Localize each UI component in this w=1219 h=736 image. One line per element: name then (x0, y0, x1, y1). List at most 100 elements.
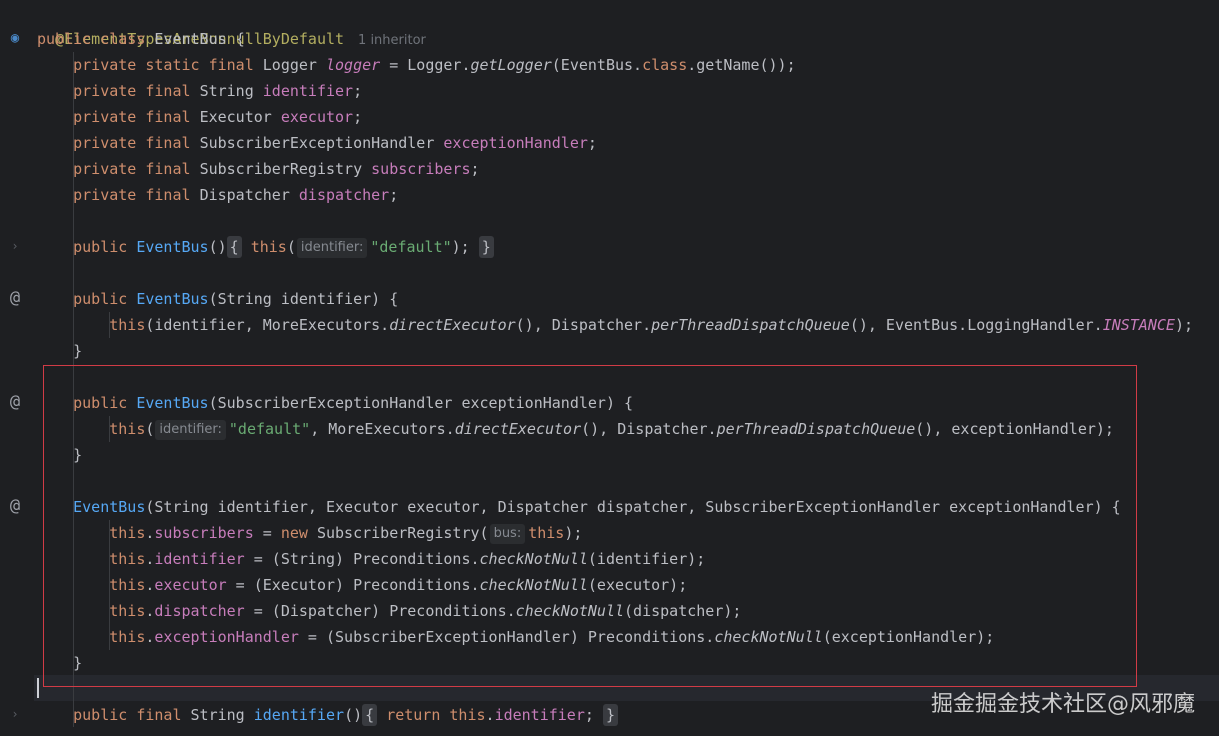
method-call: checkNotNull (479, 550, 588, 568)
fold-chevron-icon[interactable]: › (0, 233, 30, 259)
code-text: = (SubscriberExceptionHandler) Precondit… (298, 628, 715, 646)
code-line-field[interactable]: private final SubscriberExceptionHandler… (37, 130, 597, 156)
modifiers: private final (73, 134, 191, 152)
code-line-statement[interactable]: this.executor = (Executor) Preconditions… (37, 572, 687, 598)
modifiers: private final (73, 108, 191, 126)
code-line-field[interactable]: private static final Logger logger = Log… (37, 52, 796, 78)
field-name: identifier (262, 82, 354, 100)
code-line-brace[interactable]: } (37, 338, 82, 364)
method-call: getLogger (470, 56, 552, 74)
code-line-class-declaration[interactable]: public class EventBus { (37, 26, 245, 52)
field-name: dispatcher (154, 602, 245, 620)
method-call: directExecutor (389, 316, 516, 334)
field-name: executor (280, 108, 354, 126)
code-text: . (485, 706, 495, 724)
code-text: (String identifier, Executor executor, D… (145, 498, 1121, 516)
string-literal: "default" (228, 420, 311, 438)
constant: INSTANCE (1102, 316, 1175, 334)
keyword: this (109, 550, 146, 568)
method-call: checkNotNull (479, 576, 588, 594)
code-line-constructor[interactable]: public EventBus(){ this(identifier: "defa… (37, 234, 494, 260)
code-line-brace[interactable]: } (37, 442, 82, 468)
constructor-name: EventBus (136, 290, 209, 308)
keyword: this (109, 576, 146, 594)
code-line-field[interactable]: private final SubscriberRegistry subscri… (37, 156, 480, 182)
code-line-constructor[interactable]: public EventBus(String identifier) { (37, 286, 398, 312)
modifiers: private static final (73, 56, 254, 74)
code-line-statement[interactable]: this.subscribers = new SubscriberRegistr… (37, 520, 582, 546)
code-line-field[interactable]: private final String identifier; (37, 78, 362, 104)
code-text: (), Dispatcher. (581, 420, 717, 438)
code-line-statement[interactable]: this.dispatcher = (Dispatcher) Precondit… (37, 598, 741, 624)
field-name: exceptionHandler (443, 134, 588, 152)
type: String (199, 82, 254, 100)
parameter-hint: bus: (489, 524, 526, 544)
method-call: perThreadDispatchQueue (651, 316, 850, 334)
code-line-statement[interactable]: this(identifier, MoreExecutors.directExe… (37, 312, 1193, 338)
code-line-field[interactable]: private final Executor executor; (37, 104, 362, 130)
type: SubscriberRegistry (199, 160, 363, 178)
code-text: ; (353, 82, 363, 100)
method-call: directExecutor (454, 420, 582, 438)
keyword: public (37, 30, 92, 48)
brace: } (73, 342, 83, 360)
fold-chevron-icon[interactable]: › (0, 701, 30, 727)
annotation-marker-icon[interactable]: @ (0, 493, 30, 519)
method-name: identifier (253, 706, 345, 724)
code-line-field[interactable]: private final Dispatcher dispatcher; (37, 182, 398, 208)
field-name: subscribers (371, 160, 471, 178)
annotation-marker-icon[interactable]: @ (0, 285, 30, 311)
annotation-marker-icon[interactable]: @ (0, 389, 30, 415)
keyword: public (73, 238, 128, 256)
code-text: , MoreExecutors. (310, 420, 455, 438)
type: String (190, 706, 245, 724)
folded-brace[interactable]: } (478, 236, 494, 258)
keyword: this (250, 238, 287, 256)
field-name: identifier (154, 550, 245, 568)
code-line-method[interactable]: public final String identifier(){ return… (37, 702, 618, 728)
modifiers: private final (73, 186, 191, 204)
code-text: = (253, 524, 281, 542)
code-text: () (344, 706, 363, 724)
inheritor-hint[interactable]: 1 inheritor (358, 33, 426, 48)
folded-brace[interactable]: } (602, 704, 618, 726)
method-call: checkNotNull (714, 628, 823, 646)
implemented-marker-icon[interactable]: ◉ (0, 30, 30, 48)
code-line-brace[interactable]: } (37, 650, 82, 676)
code-text: ; (470, 160, 480, 178)
type: Executor (199, 108, 272, 126)
code-text: (identifier); (587, 550, 706, 568)
code-line-annotation[interactable]: @ElementTypesAreNonnullByDefault 1 inheri… (37, 0, 426, 48)
method-call: perThreadDispatchQueue (716, 420, 916, 438)
editor-gutter: ◉ › @ @ @ › (0, 0, 34, 736)
brace: } (73, 654, 83, 672)
keyword: this (109, 420, 146, 438)
code-line-statement[interactable]: this(identifier: "default", MoreExecutors… (37, 416, 1114, 442)
code-line-statement[interactable]: this.exceptionHandler = (SubscriberExcep… (37, 624, 994, 650)
code-text: (), Dispatcher. (515, 316, 652, 334)
code-text: ); (564, 524, 583, 542)
code-text: = Logger. (380, 56, 471, 74)
code-text: (SubscriberExceptionHandler exceptionHan… (208, 394, 634, 412)
code-line-constructor[interactable]: EventBus(String identifier, Executor exe… (37, 494, 1121, 520)
code-text: (), EventBus.LoggingHandler. (849, 316, 1103, 334)
field-name: logger (326, 56, 381, 74)
code-text: (String identifier) { (208, 290, 399, 308)
constructor-name: EventBus (136, 394, 209, 412)
type: Dispatcher (199, 186, 290, 204)
brace: { (235, 30, 245, 48)
text-caret (37, 678, 39, 698)
code-text: (EventBus. (551, 56, 643, 74)
keyword: this (109, 316, 146, 334)
keyword: public (73, 290, 128, 308)
parameter-hint: identifier: (296, 238, 368, 258)
folded-brace[interactable]: { (362, 704, 378, 726)
folded-brace[interactable]: { (226, 236, 242, 258)
string-literal: "default" (370, 238, 452, 256)
field-name: subscribers (154, 524, 254, 542)
modifiers: public final (73, 706, 182, 724)
code-line-constructor[interactable]: public EventBus(SubscriberExceptionHandl… (37, 390, 633, 416)
keyword: return (386, 706, 441, 724)
keyword: class (100, 30, 146, 48)
code-line-statement[interactable]: this.identifier = (String) Preconditions… (37, 546, 705, 572)
